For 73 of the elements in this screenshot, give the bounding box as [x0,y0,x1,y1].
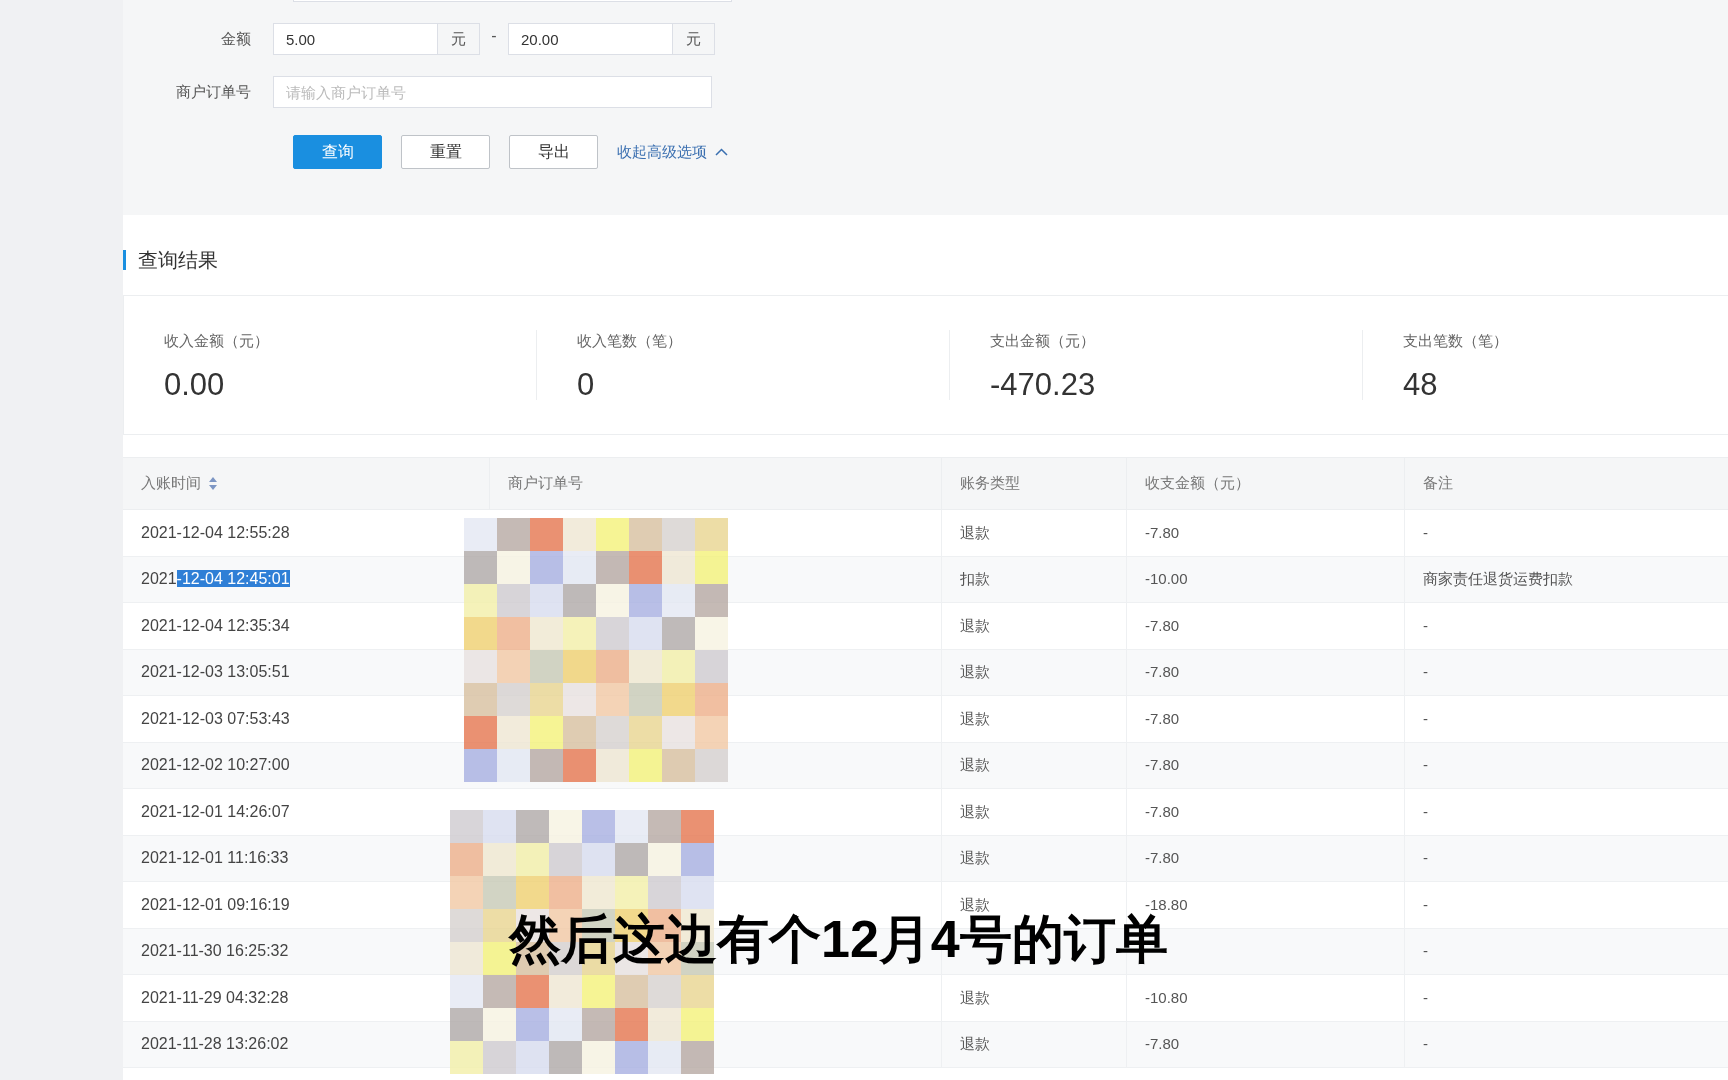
amount-text: -7.80 [1145,708,1180,729]
section-title: 查询结果 [138,248,218,273]
type-text: 退款 [960,987,990,1008]
timestamp-text: 2021-12-04 12:45:01 [141,569,290,590]
remark-text: - [1423,987,1428,1008]
stat-value: 0.00 [164,369,226,400]
export-button[interactable]: 导出 [509,135,598,169]
amount-text: -7.80 [1145,615,1180,636]
column-header: 商户订单号 [508,473,583,494]
collapse-options-link[interactable]: 收起高级选项 [617,140,728,164]
timestamp-text: 2021-12-03 07:53:43 [141,708,290,729]
type-text: 退款 [960,708,990,729]
remark-text: - [1423,1034,1428,1054]
column-header: 账务类型 [960,473,1020,494]
stat-label: 收入金额（元） [164,331,270,351]
stat-value: -470.23 [990,369,1097,400]
amount-text: -7.80 [1145,801,1180,822]
type-text: 退款 [960,801,990,822]
amount-text: -7.80 [1145,1034,1180,1054]
stat-label: 支出笔数（笔） [1403,331,1509,351]
sort-icon[interactable] [209,477,217,490]
remark-text: 商家责任退货运费扣款 [1423,569,1573,589]
type-text: 扣款 [960,569,990,589]
timestamp-text: 2021-12-01 14:26:07 [141,801,290,822]
stat-label: 支出金额（元） [990,331,1096,351]
remark-text: - [1423,848,1428,868]
amount-text: -10.00 [1145,569,1188,589]
amount-text: -7.80 [1145,662,1180,682]
unit-label: 元 [673,23,715,55]
stat-label: 收入笔数（笔） [577,331,683,351]
field-label: 商户订单号 [175,81,252,102]
field-label: 金额 [220,28,252,49]
timestamp-text: 2021-12-01 11:16:33 [141,848,289,869]
amount-input[interactable]: 20.00 [508,23,673,55]
type-text: 退款 [960,755,990,775]
amount-text: -7.80 [1145,755,1180,775]
timestamp-text: 2021-11-29 04:32:28 [141,987,289,1008]
type-text: 退款 [960,522,990,543]
amount-text: -7.80 [1145,522,1180,543]
timestamp-text: 2021-12-01 09:16:19 [141,894,290,915]
column-header[interactable]: 入账时间 [141,472,201,495]
timestamp-text: 2021-11-28 13:26:02 [141,1034,289,1055]
remark-text: - [1423,615,1428,636]
timestamp-text: 2021-11-30 16:25:32 [141,941,289,962]
column-header: 备注 [1423,473,1453,494]
remark-text: - [1423,941,1428,961]
range-separator: - [490,26,498,46]
order-number-input[interactable]: 请输入商户订单号 [273,76,712,108]
reset-button[interactable]: 重置 [401,135,490,169]
remark-text: - [1423,662,1428,682]
type-text: 退款 [960,615,990,636]
timestamp-text: 2021-12-04 12:55:28 [141,522,290,543]
remark-text: - [1423,708,1428,729]
unit-label: 元 [438,23,480,55]
timestamp-text: 2021-12-02 10:27:00 [141,755,290,776]
timestamp-text: 2021-12-03 13:05:51 [141,662,290,683]
type-text: 退款 [960,848,990,868]
remark-text: - [1423,801,1428,822]
amount-text: -10.80 [1145,987,1188,1008]
amount-input[interactable]: 5.00 [273,23,438,55]
remark-text: - [1423,894,1428,915]
type-text: 退款 [960,662,990,682]
type-text: 退款 [960,894,990,913]
stat-value: 0 [577,369,596,400]
stat-value: 48 [1403,369,1439,400]
timestamp-text: 2021-12-04 12:35:34 [141,615,290,636]
column-header: 收支金额（元） [1145,473,1250,494]
amount-text: -7.80 [1145,848,1180,868]
chevron-up-icon [715,148,728,156]
remark-text: - [1423,522,1428,543]
amount-text: -18.80 [1145,894,1188,913]
remark-text: - [1423,755,1428,775]
type-text: 退款 [960,1034,990,1054]
